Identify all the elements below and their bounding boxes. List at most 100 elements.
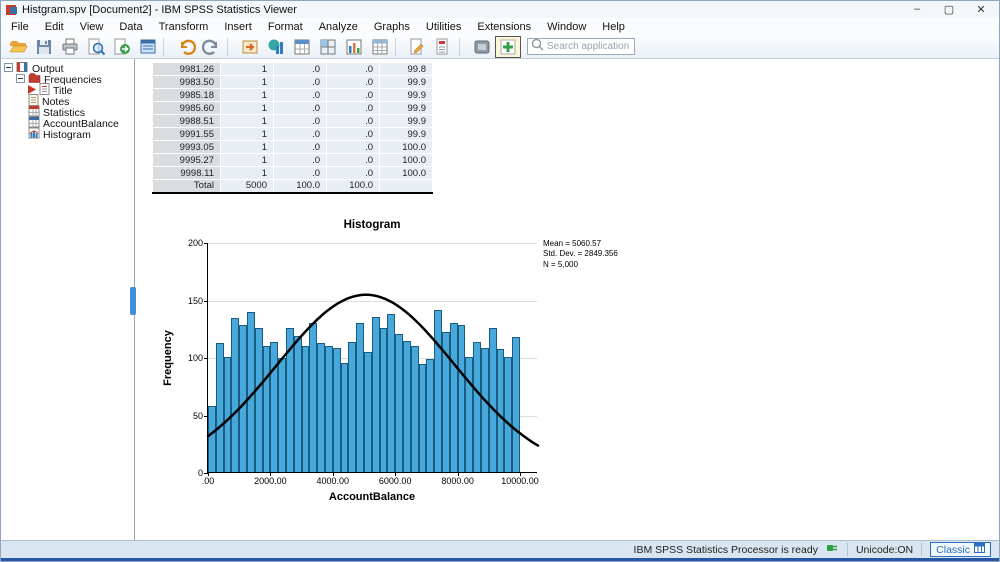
print-preview-icon[interactable] [83,36,109,58]
value-cell: 99.8 [379,62,433,76]
y-axis-label-wrap: Frequency [161,243,175,473]
export-icon[interactable] [109,36,135,58]
close-button[interactable]: ✕ [974,3,988,16]
x-tick-label: 8000.00 [441,476,474,486]
chart-stat-line: N = 5,000 [543,259,578,269]
data-grid-icon[interactable] [367,36,393,58]
histogram-icon [28,127,40,142]
goto-case-icon[interactable] [237,36,263,58]
menu-file[interactable]: File [3,20,37,34]
redo-icon[interactable] [199,36,225,58]
maximize-button[interactable]: ▢ [942,3,956,16]
status-bar: IBM SPSS Statistics Processor is ready U… [1,540,999,558]
use-variable-sets-icon[interactable] [469,36,495,58]
value-cell: .0 [273,88,327,102]
chart-title: Histogram [343,219,401,231]
menu-edit[interactable]: Edit [37,20,72,34]
value-cell: 1 [220,101,274,115]
menu-analyze[interactable]: Analyze [311,20,366,34]
select-table-icon[interactable] [315,36,341,58]
y-tick-label: 50 [192,410,203,421]
tree-item-title[interactable]: Title [1,83,134,97]
row-label-cell: 9985.18 [152,88,221,102]
toolbar-separator [163,37,170,56]
menu-insert[interactable]: Insert [216,20,260,34]
variables-icon[interactable] [289,36,315,58]
row-label-cell: Total [152,179,221,193]
y-tick-label: 200 [187,238,203,248]
open-file-icon[interactable] [5,36,31,58]
unicode-status: Unicode:ON [855,543,914,556]
tree-item-frequencies[interactable]: Frequencies [1,73,134,86]
menu-help[interactable]: Help [594,20,633,34]
histogram-chart[interactable]: Histogram Mean = 5060.57 Std. Dev. = 2849… [162,219,618,521]
value-cell: .0 [273,127,327,141]
recall-dialogs-icon[interactable] [135,36,161,58]
table-row: 9991.55 1.0.0 99.9 [152,127,433,141]
menu-extensions[interactable]: Extensions [469,20,539,34]
print-icon[interactable] [57,36,83,58]
value-cell: 1 [220,114,274,128]
tree-expander[interactable] [4,62,13,75]
tree-item-notes[interactable]: Notes [1,94,134,108]
tree-item-accountbalance[interactable]: AccountBalance [1,116,134,130]
y-tick-label: 150 [187,295,203,306]
menu-window[interactable]: Window [539,20,594,34]
row-label-cell: 9995.27 [152,153,221,167]
edit-document-icon[interactable] [405,36,431,58]
table-row: 9981.26 1.0.0 99.8 [152,62,433,76]
value-cell: .0 [326,127,380,141]
row-label-cell: 9981.26 [152,62,221,76]
chart-stat-line: Mean = 5060.57 [543,239,602,248]
menu-data[interactable]: Data [111,20,150,34]
menu-utilities[interactable]: Utilities [418,20,469,34]
search-box[interactable] [527,38,635,55]
value-cell: 1 [220,166,274,180]
frequency-table[interactable]: 9981.26 1.0.0 99.8 9983.50 1.0.0 99.9 9985.18 1… [152,62,433,194]
menu-format[interactable]: Format [260,20,311,34]
minimize-button[interactable]: – [910,3,924,16]
value-cell: .0 [273,140,327,154]
save-icon[interactable] [31,36,57,58]
tree-item-histogram[interactable]: Histogram [1,127,134,142]
classic-mode-button[interactable]: Classic [930,542,991,557]
insert-text-icon[interactable] [431,36,457,58]
toolbar-separator [227,37,234,56]
title-bar: Histgram.spv [Document2] - IBM SPSS Stat… [1,1,999,18]
plot-area: 0 50 100 150 200.00 2000.00 4000.00 6000.00 8000… [188,238,540,486]
x-tick-label: 10000.00 [501,476,539,486]
table-row: Total 5000 100.0 100.0 [152,179,433,193]
menu-view[interactable]: View [72,20,112,34]
value-cell: .0 [326,114,380,128]
splitter-handle[interactable] [130,287,136,315]
classic-mode-label: Classic [936,543,970,556]
value-cell: .0 [326,75,380,89]
value-cell: 100.0 [379,166,433,180]
chart-builder-icon[interactable] [341,36,367,58]
show-all-icon[interactable] [495,35,521,58]
value-cell: 99.9 [379,75,433,89]
tree-item-statistics[interactable]: Statistics [1,105,134,119]
tree-item-output[interactable]: Output [1,62,134,75]
value-cell: .0 [273,153,327,167]
value-cell: 100.0 [273,179,327,193]
value-cell: .0 [326,140,380,154]
row-label-cell: 9983.50 [152,75,221,89]
tree-expander[interactable] [16,73,25,86]
x-tick-label: 6000.00 [378,476,412,486]
window-bottom-edge [1,558,999,561]
table-row: 9983.50 1.0.0 99.9 [152,75,433,89]
value-cell: 99.9 [379,101,433,115]
search-input[interactable] [547,41,631,52]
menu-graphs[interactable]: Graphs [366,20,418,34]
toolbar [1,35,999,59]
chart-statistics: Mean = 5060.57 Std. Dev. = 2849.356 N = 5,… [543,239,618,270]
value-cell: 100.0 [326,179,380,193]
menu-transform[interactable]: Transform [151,20,217,34]
processor-status: IBM SPSS Statistics Processor is ready [633,543,818,556]
value-cell: 1 [220,62,274,76]
undo-icon[interactable] [173,36,199,58]
main-area: Output Frequencies Title Notes Statistics Acc… [1,59,999,540]
goto-variable-icon[interactable] [263,36,289,58]
x-tick-label: .00 [201,476,215,486]
